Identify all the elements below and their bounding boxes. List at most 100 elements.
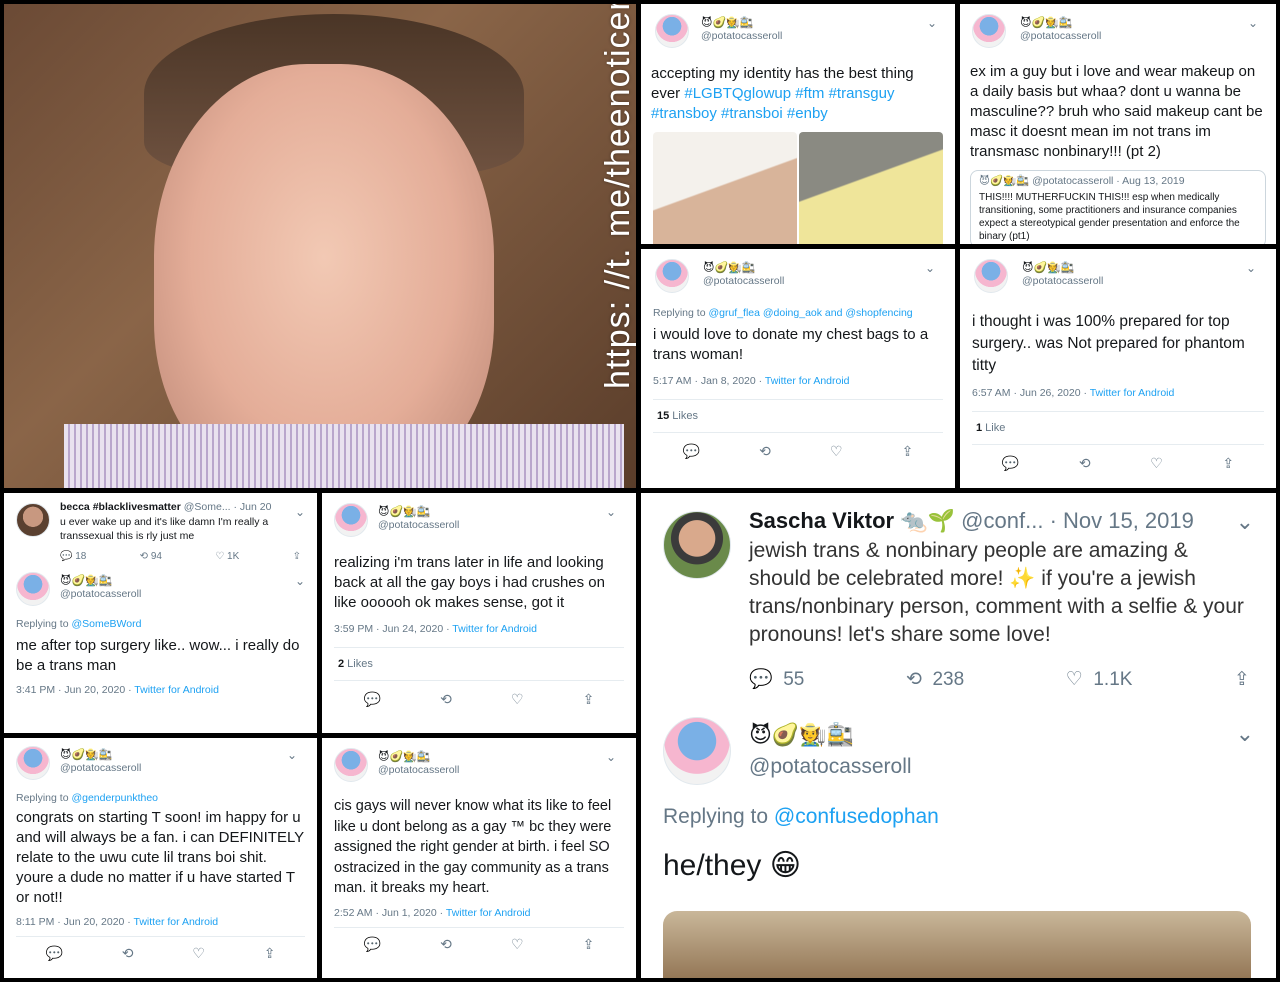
- tweet-cis-gays[interactable]: 😈🥑🧑‍🌾🚉 @potatocasseroll ⌄ cis gays will …: [322, 738, 636, 978]
- tweet-realizing[interactable]: 😈🥑🧑‍🌾🚉 @potatocasseroll ⌄ realizing i'm …: [322, 493, 636, 733]
- avatar[interactable]: [16, 503, 50, 537]
- retweet-icon[interactable]: ⟲ 94: [140, 551, 162, 562]
- media-image-left[interactable]: [653, 132, 797, 244]
- likes-count[interactable]: 1 Like: [972, 412, 1264, 444]
- avatar[interactable]: [974, 259, 1008, 293]
- avatar[interactable]: [16, 746, 50, 780]
- chevron-down-icon[interactable]: ⌄: [1246, 261, 1256, 275]
- tweet-media[interactable]: [663, 911, 1251, 978]
- reply-icon[interactable]: 💬 55: [749, 667, 804, 691]
- original-tweet[interactable]: becca #blacklivesmatter @Some... · Jun 2…: [16, 501, 305, 562]
- share-icon[interactable]: ⇪: [583, 936, 595, 953]
- like-icon[interactable]: ♡: [511, 936, 524, 953]
- author-handle[interactable]: @potatocasseroll: [60, 762, 305, 774]
- original-author-handle[interactable]: @conf...: [961, 508, 1043, 533]
- replying-to: Replying to @SomeBWord: [16, 618, 142, 630]
- media-image-right[interactable]: [799, 132, 943, 244]
- likes-count[interactable]: 2 Likes: [334, 648, 624, 680]
- original-author-name[interactable]: Sascha Viktor: [749, 508, 894, 533]
- chevron-down-icon[interactable]: ⌄: [287, 748, 297, 762]
- avatar[interactable]: [334, 503, 368, 537]
- share-icon[interactable]: ⇪: [583, 691, 595, 708]
- reply-icon[interactable]: 💬 18: [60, 551, 86, 562]
- chevron-down-icon[interactable]: ⌄: [927, 16, 937, 30]
- avatar[interactable]: [334, 748, 368, 782]
- reply-icon[interactable]: 💬: [45, 945, 62, 962]
- share-icon[interactable]: ⇪: [293, 551, 301, 562]
- share-icon[interactable]: ⇪: [264, 945, 276, 962]
- client-link[interactable]: Twitter for Android: [446, 907, 531, 919]
- tweet-text: he/they 😁: [663, 849, 802, 882]
- like-icon[interactable]: ♡: [1150, 455, 1163, 472]
- tweet-header: 😈🥑🧑‍🌾🚉 @potatocasseroll ⌄: [334, 501, 624, 541]
- chevron-down-icon[interactable]: ⌄: [606, 505, 616, 519]
- avatar[interactable]: [663, 511, 731, 579]
- reply-icon[interactable]: 💬: [364, 691, 381, 708]
- watermark: https: //t. me/theenoticer: [599, 4, 636, 389]
- tweet-media[interactable]: [651, 132, 945, 244]
- tweet-text: accepting my identity has the best thing…: [651, 65, 914, 122]
- original-author-name[interactable]: becca #blacklivesmatter: [60, 501, 181, 513]
- retweet-icon[interactable]: ⟲: [1079, 455, 1091, 472]
- author-handle[interactable]: @potatocasseroll: [703, 275, 943, 287]
- tweet-top-surgery[interactable]: becca #blacklivesmatter @Some... · Jun 2…: [4, 493, 317, 733]
- original-tweet[interactable]: Sascha Viktor 🐀🌱 @conf... · Nov 15, 2019…: [663, 507, 1254, 691]
- author-handle[interactable]: @potatocasseroll: [378, 764, 624, 776]
- author-handle[interactable]: @potatocasseroll: [60, 588, 305, 600]
- share-icon[interactable]: ⇪: [1222, 455, 1234, 472]
- chevron-down-icon[interactable]: ⌄: [1236, 509, 1254, 535]
- quoted-tweet[interactable]: 😈🥑🧑‍🌾🚉 @potatocasseroll · Aug 13, 2019 T…: [970, 170, 1266, 244]
- chevron-down-icon[interactable]: ⌄: [295, 505, 305, 519]
- retweet-icon[interactable]: ⟲: [759, 443, 771, 460]
- author-handle[interactable]: @potatocasseroll: [1022, 275, 1264, 287]
- like-icon[interactable]: ♡ 1.1K: [1066, 668, 1133, 691]
- hashtags[interactable]: #LGBTQglowup #ftm #transguy #transboy #t…: [651, 85, 894, 122]
- likes-count[interactable]: 15 Likes: [653, 400, 943, 432]
- like-icon[interactable]: ♡: [511, 691, 524, 708]
- tweet-glowup[interactable]: 😈🥑🧑‍🌾🚉 @potatocasseroll ⌄ accepting my i…: [641, 4, 955, 244]
- tweet-donate[interactable]: 😈🥑🧑‍🌾🚉 @potatocasseroll ⌄ Replying to @g…: [641, 249, 955, 488]
- like-icon[interactable]: ♡: [830, 443, 843, 460]
- share-icon[interactable]: ⇪: [1234, 668, 1250, 691]
- tweet-timestamp: 5:17 AM · Jan 8, 2020 · Twitter for Andr…: [653, 375, 850, 387]
- avatar[interactable]: [972, 14, 1006, 48]
- chevron-down-icon[interactable]: ⌄: [1248, 16, 1258, 30]
- tweet-timestamp: 2:52 AM · Jun 1, 2020 · Twitter for Andr…: [334, 906, 531, 919]
- tweet-jewish-trans[interactable]: Sascha Viktor 🐀🌱 @conf... · Nov 15, 2019…: [641, 493, 1276, 978]
- reply-icon[interactable]: 💬: [683, 443, 700, 460]
- tweet-congrats[interactable]: 😈🥑🧑‍🌾🚉 @potatocasseroll ⌄ Replying to @g…: [4, 738, 317, 978]
- like-icon[interactable]: ♡ 1K: [215, 551, 239, 562]
- author-handle[interactable]: @potatocasseroll: [378, 519, 624, 531]
- chevron-down-icon[interactable]: ⌄: [925, 261, 935, 275]
- original-author-handle[interactable]: @Some... · Jun 20: [184, 501, 272, 513]
- tweet-timestamp: 3:59 PM · Jun 24, 2020 · Twitter for And…: [334, 623, 537, 635]
- reply-count: 55: [783, 669, 805, 690]
- client-link[interactable]: Twitter for Android: [1090, 387, 1175, 399]
- author-handle[interactable]: @potatocasseroll: [1020, 30, 1266, 42]
- action-bar: 💬 ⟲ ♡ ⇪: [334, 928, 624, 953]
- retweet-icon[interactable]: ⟲: [440, 936, 452, 953]
- reply-icon[interactable]: 💬: [364, 936, 381, 953]
- chevron-down-icon[interactable]: ⌄: [295, 574, 305, 588]
- client-link[interactable]: Twitter for Android: [134, 916, 219, 928]
- tweet-makeup[interactable]: 😈🥑🧑‍🌾🚉 @potatocasseroll ⌄ ex im a guy bu…: [960, 4, 1276, 244]
- tweet-phantom[interactable]: 😈🥑🧑‍🌾🚉 @potatocasseroll ⌄ i thought i wa…: [960, 249, 1276, 488]
- client-link[interactable]: Twitter for Android: [765, 375, 850, 387]
- like-icon[interactable]: ♡: [192, 945, 205, 962]
- avatar[interactable]: [655, 259, 689, 293]
- author-handle[interactable]: @potatocasseroll: [701, 30, 945, 42]
- retweet-icon[interactable]: ⟲: [440, 691, 452, 708]
- client-link[interactable]: Twitter for Android: [134, 684, 219, 696]
- chevron-down-icon[interactable]: ⌄: [606, 750, 616, 764]
- retweet-icon[interactable]: ⟲: [122, 945, 134, 962]
- avatar[interactable]: [16, 572, 50, 606]
- retweet-icon[interactable]: ⟲ 238: [906, 668, 964, 691]
- share-icon[interactable]: ⇪: [902, 443, 914, 460]
- avatar[interactable]: [655, 14, 689, 48]
- chevron-down-icon[interactable]: ⌄: [1236, 721, 1254, 747]
- client-link[interactable]: Twitter for Android: [452, 623, 537, 635]
- author-handle[interactable]: @potatocasseroll: [749, 755, 1254, 779]
- reply-icon[interactable]: 💬: [1002, 455, 1019, 472]
- replying-to: Replying to @confusedophan: [663, 805, 939, 828]
- avatar[interactable]: [663, 717, 731, 785]
